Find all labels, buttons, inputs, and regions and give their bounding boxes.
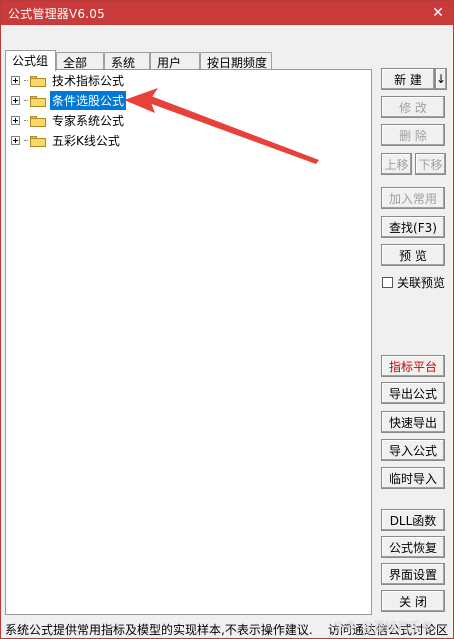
tree-item-label: 技术指标公式 <box>52 74 125 88</box>
expand-icon[interactable] <box>11 116 20 125</box>
find-button[interactable]: 查找(F3) <box>381 216 445 238</box>
import-formula-button[interactable]: 导入公式 <box>381 439 445 461</box>
folder-icon <box>30 75 46 87</box>
tree-item-label: 五彩K线公式 <box>52 134 120 148</box>
linked-preview-label: 关联预览 <box>397 276 446 290</box>
linked-preview-checkbox[interactable] <box>382 277 393 288</box>
folder-icon <box>30 115 46 127</box>
formula-manager-window: 公式管理器V6.05 ✕ 公式组 全部 系统 用户 按日期频度 技术指标公式 条… <box>0 0 454 639</box>
close-button[interactable]: 关 闭 <box>381 590 445 612</box>
expand-icon[interactable] <box>11 136 20 145</box>
status-text: 系统公式提供常用指标及模型的实现样本,不表示操作建议. <box>5 623 313 637</box>
dll-function-button[interactable]: DLL函数 <box>381 509 445 531</box>
move-down-button[interactable]: 下移 <box>415 153 446 175</box>
formula-tree-panel[interactable]: 技术指标公式 条件选股公式 专家系统公式 五彩K线公式 <box>5 69 372 615</box>
delete-button[interactable]: 删 除 <box>381 124 445 146</box>
tree-item-stock-selection[interactable]: 条件选股公式 <box>11 91 127 110</box>
tree-connector <box>24 80 28 81</box>
new-dropdown-arrow-icon[interactable]: ↓ <box>435 68 447 90</box>
tab-formula-group[interactable]: 公式组 <box>5 50 56 71</box>
preview-button[interactable]: 预 览 <box>381 244 445 266</box>
tree-connector <box>24 140 28 141</box>
watermark: 头条 @漫钱高乐多 <box>333 620 433 634</box>
temp-import-button[interactable]: 临时导入 <box>381 467 445 489</box>
tab-system[interactable]: 系统 <box>104 52 150 70</box>
export-formula-button[interactable]: 导出公式 <box>381 382 445 404</box>
tree-item-label: 条件选股公式 <box>50 91 127 110</box>
tab-bar: 公式组 全部 系统 用户 按日期频度 <box>5 50 305 71</box>
tree-connector <box>24 100 28 101</box>
tree-connector <box>24 120 28 121</box>
tab-all[interactable]: 全部 <box>56 52 104 70</box>
add-common-button[interactable]: 加入常用 <box>381 187 445 209</box>
linked-preview-checkbox-row[interactable]: 关联预览 <box>382 274 445 291</box>
formula-restore-button[interactable]: 公式恢复 <box>381 536 445 558</box>
edit-button[interactable]: 修 改 <box>381 96 445 118</box>
folder-icon <box>30 135 46 147</box>
ui-settings-button[interactable]: 界面设置 <box>381 563 445 585</box>
expand-icon[interactable] <box>11 96 20 105</box>
tree-item-expert-system[interactable]: 专家系统公式 <box>11 111 126 130</box>
new-button[interactable]: 新 建 <box>381 68 435 90</box>
quick-export-button[interactable]: 快速导出 <box>381 411 445 433</box>
tree-item-colored-kline[interactable]: 五彩K线公式 <box>11 131 122 150</box>
tab-by-date-frequency[interactable]: 按日期频度 <box>200 52 272 70</box>
close-icon[interactable]: ✕ <box>427 2 449 24</box>
title-bar[interactable]: 公式管理器V6.05 ✕ <box>1 1 453 25</box>
indicator-platform-button[interactable]: 指标平台 <box>381 355 445 377</box>
folder-icon <box>30 95 46 107</box>
expand-icon[interactable] <box>11 76 20 85</box>
move-up-button[interactable]: 上移 <box>381 153 412 175</box>
window-title: 公式管理器V6.05 <box>8 7 105 21</box>
tree-item-label: 专家系统公式 <box>52 114 125 128</box>
tab-user[interactable]: 用户 <box>150 52 200 70</box>
tree-item-technical-indicators[interactable]: 技术指标公式 <box>11 71 126 90</box>
